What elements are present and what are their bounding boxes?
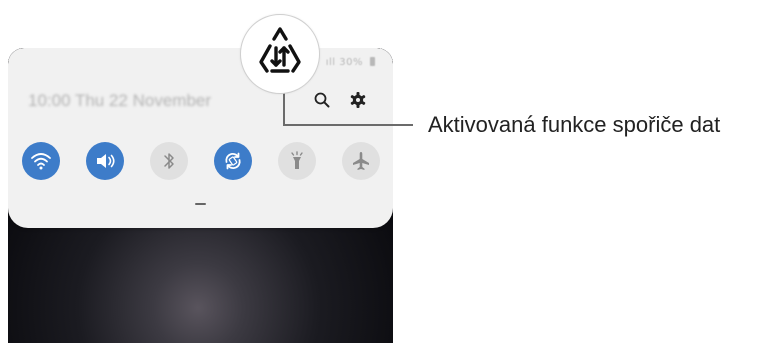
airplane-icon <box>353 152 369 170</box>
tile-airplane-mode[interactable] <box>342 142 380 180</box>
battery-icon <box>370 57 375 66</box>
panel-drag-handle[interactable] <box>195 203 206 205</box>
screenshot-stage: ıll 30% 10:00 Thu 22 November Aktivovaná… <box>0 0 775 343</box>
callout-leader-line <box>283 92 413 126</box>
quick-settings-tiles <box>22 142 382 182</box>
tile-bluetooth[interactable] <box>150 142 188 180</box>
quick-panel: ıll 30% 10:00 Thu 22 November <box>8 48 393 228</box>
sound-icon <box>97 154 115 168</box>
tile-flashlight[interactable] <box>278 142 316 180</box>
tile-auto-rotate[interactable] <box>214 142 252 180</box>
tile-sound[interactable] <box>86 142 124 180</box>
wifi-icon <box>31 153 51 170</box>
flashlight-icon <box>291 151 303 169</box>
data-saver-icon <box>259 27 301 73</box>
tile-wifi[interactable] <box>22 142 60 180</box>
auto-rotate-icon <box>225 152 241 170</box>
bluetooth-icon <box>164 153 174 169</box>
panel-datetime: 10:00 Thu 22 November <box>28 91 212 110</box>
data-saver-callout <box>240 14 320 94</box>
status-bar-text: ıll 30% <box>325 57 363 68</box>
callout-label: Aktivovaná funkce spořiče dat <box>428 112 721 137</box>
